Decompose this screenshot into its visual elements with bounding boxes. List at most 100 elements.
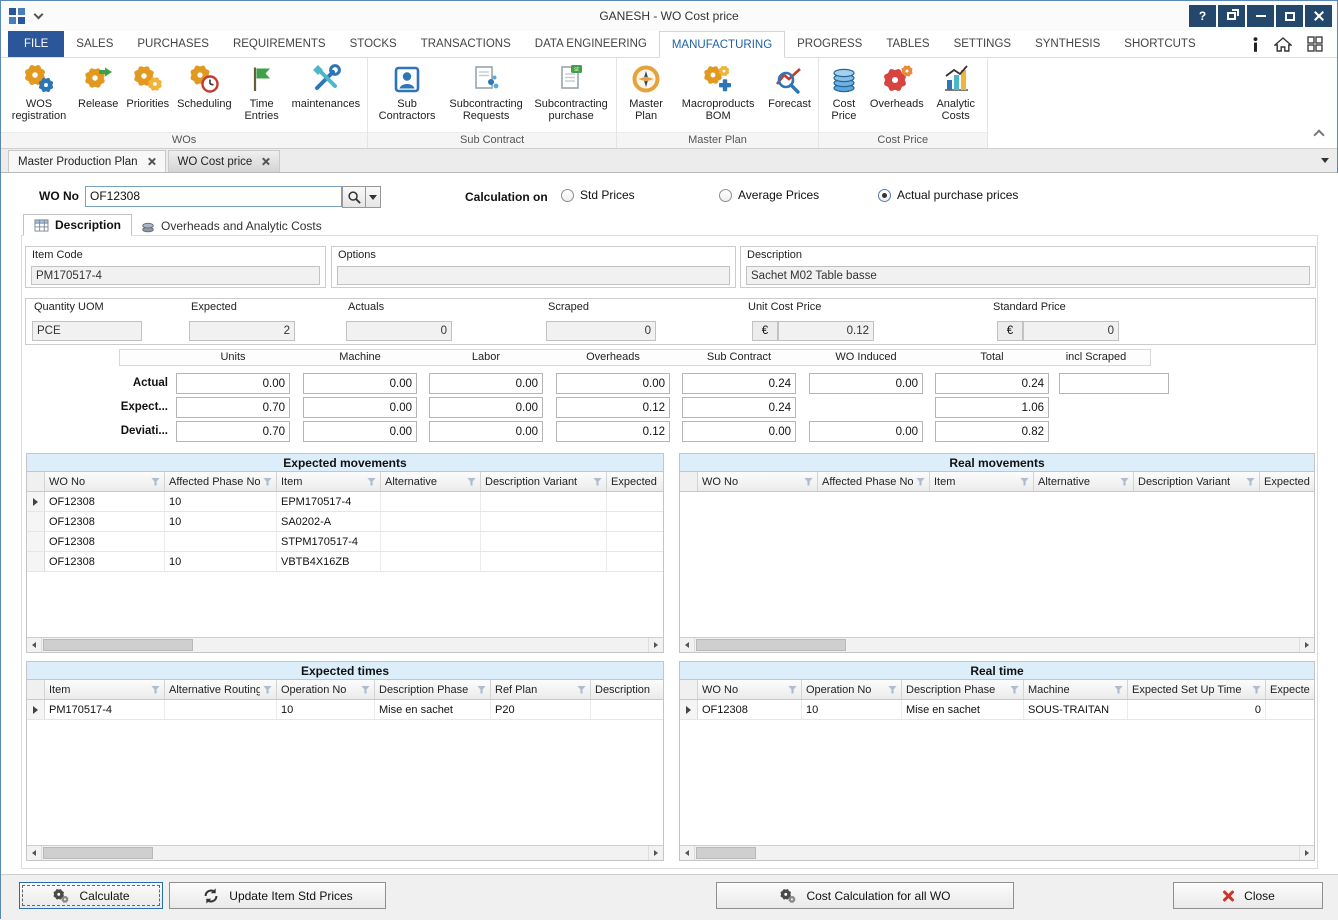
doc-tab-wo-cost-price[interactable]: WO Cost price xyxy=(168,150,281,172)
ribbon-item-overheads[interactable]: Overheads xyxy=(866,61,928,112)
filter-icon[interactable] xyxy=(263,478,272,486)
cell[interactable] xyxy=(381,492,481,511)
menu-tab-tables[interactable]: TABLES xyxy=(874,31,941,57)
column-header-expected-q[interactable]: Expected Q xyxy=(1260,472,1314,491)
cell[interactable] xyxy=(591,700,663,719)
cost-cell[interactable]: 0.00 xyxy=(809,421,923,442)
horizontal-scrollbar[interactable] xyxy=(27,845,663,860)
ribbon-item-analytic-costs[interactable]: Analytic Costs xyxy=(928,61,984,124)
apps-grid-icon[interactable] xyxy=(1307,36,1323,52)
close-tab-icon[interactable] xyxy=(147,157,156,166)
info-icon[interactable] xyxy=(1252,37,1259,52)
menu-tab-requirements[interactable]: REQUIREMENTS xyxy=(221,31,338,57)
cost-cell[interactable]: 0.00 xyxy=(176,373,290,394)
scroll-left-button[interactable] xyxy=(27,846,42,860)
cell[interactable] xyxy=(607,492,663,511)
row-selector[interactable] xyxy=(680,700,698,719)
column-header-expected[interactable]: Expected xyxy=(1266,680,1314,699)
ribbon-item-sub-purchase[interactable]: st Subcontracting purchase xyxy=(529,61,613,124)
scroll-right-button[interactable] xyxy=(1299,846,1314,860)
menu-tab-synthesis[interactable]: SYNTHESIS xyxy=(1023,31,1112,57)
scroll-right-button[interactable] xyxy=(648,638,663,652)
cell[interactable] xyxy=(381,532,481,551)
ribbon-item-scheduling[interactable]: Scheduling xyxy=(173,61,235,112)
calculate-button[interactable]: Calculate xyxy=(19,882,163,909)
update-item-std-prices-button[interactable]: Update Item Std Prices xyxy=(169,882,386,909)
filter-icon[interactable] xyxy=(1246,478,1255,486)
scroll-left-button[interactable] xyxy=(680,846,695,860)
actuals-field[interactable]: 0 xyxy=(346,321,452,341)
item-code-field[interactable]: PM170517-4 xyxy=(31,266,320,285)
row-selector[interactable] xyxy=(27,700,45,719)
filter-icon[interactable] xyxy=(888,686,897,694)
close-button[interactable]: Close xyxy=(1173,882,1323,909)
cell[interactable]: VBTB4X16ZB xyxy=(277,552,381,571)
ribbon-item-wos-registration[interactable]: WOS registration xyxy=(4,61,74,124)
column-header-operation-no[interactable]: Operation No xyxy=(277,680,375,699)
filter-icon[interactable] xyxy=(151,686,160,694)
help-button[interactable]: ? xyxy=(1189,5,1216,27)
menu-tab-shortcuts[interactable]: SHORTCUTS xyxy=(1112,31,1207,57)
doc-tab-master-production-plan[interactable]: Master Production Plan xyxy=(8,150,166,172)
radio-actual-purchase-prices[interactable]: Actual purchase prices xyxy=(878,188,1018,202)
column-header-item[interactable]: Item xyxy=(45,680,165,699)
expected-field[interactable]: 2 xyxy=(189,321,295,341)
tab-description[interactable]: Description xyxy=(23,214,132,236)
filter-icon[interactable] xyxy=(916,478,925,486)
column-header-alternative-routing[interactable]: Alternative Routing xyxy=(165,680,277,699)
column-header-wo-no[interactable]: WO No xyxy=(698,472,818,491)
cost-cell[interactable]: 0.70 xyxy=(176,421,290,442)
cell[interactable] xyxy=(381,552,481,571)
ribbon-item-master-plan[interactable]: Master Plan xyxy=(620,61,672,124)
cost-cell[interactable]: 0.24 xyxy=(682,397,796,418)
maximize-button[interactable] xyxy=(1276,5,1303,27)
row-selector-header[interactable] xyxy=(27,680,45,699)
menu-tab-sales[interactable]: SALES xyxy=(64,31,125,57)
cell[interactable]: 10 xyxy=(165,512,277,531)
cell[interactable] xyxy=(481,492,607,511)
filter-icon[interactable] xyxy=(1010,686,1019,694)
filter-icon[interactable] xyxy=(467,478,476,486)
cell[interactable]: OF12308 xyxy=(698,700,802,719)
options-field[interactable] xyxy=(337,266,730,285)
cell[interactable]: SA0202-A xyxy=(277,512,381,531)
cell[interactable]: 10 xyxy=(165,552,277,571)
scrollbar-thumb[interactable] xyxy=(43,847,153,859)
cell[interactable]: OF12308 xyxy=(45,532,165,551)
cell[interactable]: Mise en sachet xyxy=(902,700,1024,719)
cost-cell[interactable]: 0.00 xyxy=(303,373,417,394)
menu-tab-manufacturing[interactable]: MANUFACTURING xyxy=(659,31,785,58)
column-header-affected-phase-no[interactable]: Affected Phase No xyxy=(818,472,930,491)
cost-cell[interactable]: 0.00 xyxy=(809,373,923,394)
search-button[interactable] xyxy=(342,186,366,208)
filter-icon[interactable] xyxy=(1020,478,1029,486)
filter-icon[interactable] xyxy=(361,686,370,694)
column-header-description-phase[interactable]: Description Phase xyxy=(375,680,491,699)
cell[interactable]: Mise en sachet xyxy=(375,700,491,719)
cost-cell[interactable]: 0.00 xyxy=(303,397,417,418)
scrollbar-thumb[interactable] xyxy=(696,847,756,859)
cost-cell[interactable]: 0.00 xyxy=(429,397,543,418)
column-header-description[interactable]: Description xyxy=(591,680,663,699)
filter-icon[interactable] xyxy=(804,478,813,486)
scroll-left-button[interactable] xyxy=(27,638,42,652)
cell[interactable] xyxy=(607,552,663,571)
cost-cell[interactable]: 0.12 xyxy=(556,397,670,418)
cell[interactable]: 10 xyxy=(802,700,902,719)
radio-average-prices[interactable]: Average Prices xyxy=(719,188,819,202)
search-dropdown-button[interactable] xyxy=(365,186,381,208)
menu-tab-file[interactable]: FILE xyxy=(8,31,64,57)
ribbon-item-forecast[interactable]: Forecast xyxy=(764,61,815,112)
wo-no-input[interactable]: OF12308 xyxy=(85,186,342,207)
filter-icon[interactable] xyxy=(593,478,602,486)
unit-cost-price-field[interactable]: 0.12 xyxy=(778,321,874,341)
scrollbar-thumb[interactable] xyxy=(43,639,193,651)
row-selector[interactable] xyxy=(27,552,45,571)
cost-cell[interactable]: 0.24 xyxy=(935,373,1049,394)
close-button[interactable] xyxy=(1305,5,1332,27)
ribbon-item-macroproducts-bom[interactable]: Macroproducts BOM xyxy=(672,61,764,124)
filter-icon[interactable] xyxy=(1120,478,1129,486)
column-header-item[interactable]: Item xyxy=(930,472,1034,491)
cost-cell[interactable]: 1.06 xyxy=(935,397,1049,418)
cost-cell[interactable]: 0.00 xyxy=(429,421,543,442)
